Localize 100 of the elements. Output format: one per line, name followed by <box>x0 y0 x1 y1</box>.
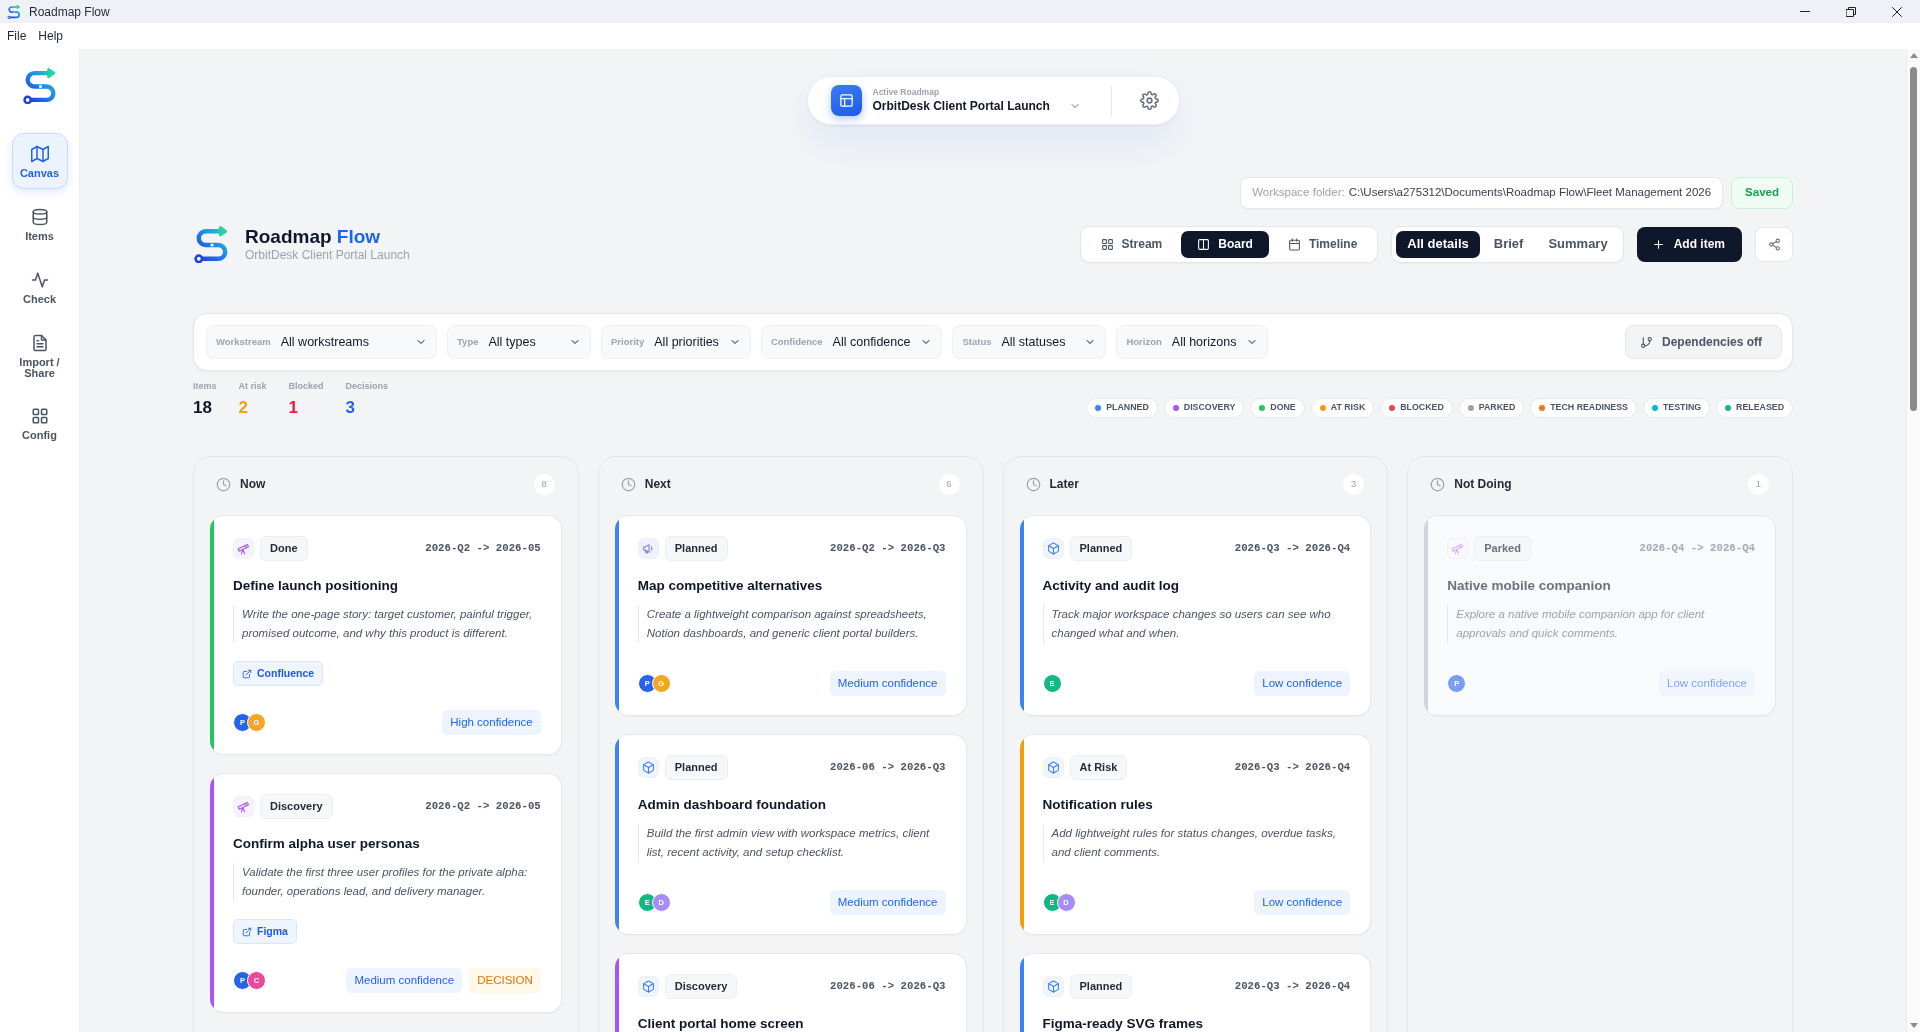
settings-button[interactable] <box>1139 91 1159 110</box>
card-title: Figma-ready SVG frames <box>1042 1015 1205 1032</box>
clock-icon <box>620 476 636 492</box>
add-item-button[interactable]: Add item <box>1636 226 1742 262</box>
calendar-icon <box>1287 237 1301 251</box>
sidebar-item[interactable]: Config <box>11 395 68 451</box>
path-label: Workspace folder: <box>1252 185 1345 201</box>
link-button[interactable]: Confluence <box>233 661 324 686</box>
status-tag: Done <box>260 536 308 561</box>
app-subtitle: OrbitDesk Client Portal Launch <box>245 247 410 263</box>
status-tag: At Risk <box>1069 755 1128 780</box>
app-title: Roadmap Flow <box>245 225 382 248</box>
status-tag: Planned <box>664 755 728 780</box>
sidebar-item[interactable]: Check <box>11 259 68 315</box>
columns-icon <box>1197 237 1211 251</box>
confidence-tag: Medium confidence <box>829 671 946 696</box>
legend-label: PARKED <box>1478 401 1516 415</box>
telescope-icon <box>233 538 254 559</box>
stat-value: 1 <box>288 398 299 418</box>
external-link-icon <box>242 668 252 679</box>
legend-label: DONE <box>1270 401 1296 415</box>
pulse-icon <box>30 271 49 289</box>
dependencies-button[interactable]: Dependencies off <box>1624 325 1782 359</box>
clock-icon <box>1430 476 1446 492</box>
filter-label: Type <box>457 334 479 349</box>
date-range: 2026-Q3 -> 2026-Q4 <box>1234 979 1351 995</box>
telescope-icon <box>233 796 254 817</box>
card-title: Map competitive alternatives <box>637 577 824 595</box>
card-description: Add lightweight rules for status changes, overdue tasks, and client comments. <box>1042 824 1351 862</box>
filter-label: Priority <box>611 334 645 349</box>
view-tab[interactable]: Board <box>1181 230 1269 258</box>
path-value: C:\Users\a275312\Documents\Roadmap Flow\Fleet Management 2026 <box>1348 185 1712 201</box>
date-range: 2026-Q3 -> 2026-Q4 <box>1234 760 1351 776</box>
column-title: Later <box>1049 476 1079 493</box>
filter-value: All confidence <box>832 333 911 351</box>
menu-item[interactable]: File <box>3 25 31 47</box>
menu-item[interactable]: Help <box>34 25 68 47</box>
cube-icon <box>637 976 659 997</box>
card-description: Write the one-page story: target customer, painful trigger, promised outcome, and why this product is different. <box>233 605 541 643</box>
roadmap-card[interactable] <box>210 773 562 1013</box>
scroll-up-icon <box>1909 53 1918 58</box>
legend-label: TECH READINESS <box>1550 401 1628 415</box>
card-description: Validate the first three user profiles for the private alpha: founder, operations lead, and delivery manager. <box>233 863 541 901</box>
external-link-icon <box>242 926 252 937</box>
confidence-tag: Medium confidence <box>346 968 463 993</box>
share-icon <box>1767 237 1781 251</box>
detail-tab[interactable]: All details <box>1396 230 1480 258</box>
stat-value: 2 <box>238 398 249 418</box>
filter-dropdown[interactable]: Workstream All workstreams <box>206 325 437 359</box>
card-title: Admin dashboard foundation <box>637 796 827 814</box>
filter-value: All statuses <box>1001 333 1066 351</box>
date-range: 2026-06 -> 2026-Q3 <box>830 979 946 995</box>
filter-dropdown[interactable]: Type All types <box>447 325 591 359</box>
confidence-tag: Low confidence <box>1659 671 1755 696</box>
cube-icon <box>1042 976 1064 997</box>
field-label: Active Roadmap <box>872 87 941 98</box>
scrollbar-thumb[interactable] <box>1910 67 1917 411</box>
stat-label: At risk <box>238 381 267 392</box>
megaphone-icon <box>637 538 659 559</box>
filter-dropdown[interactable]: Confidence All confidence <box>760 325 943 359</box>
link-button[interactable]: Figma <box>233 919 297 944</box>
view-tab[interactable]: Stream <box>1084 230 1179 258</box>
card-title: Confirm alpha user personas <box>233 835 421 853</box>
sidebar-item[interactable]: Import / Share <box>11 322 68 388</box>
save-status: Saved <box>1731 177 1793 209</box>
stat-label: Decisions <box>345 381 389 392</box>
status-tag: Planned <box>1069 536 1133 561</box>
roadmap-card[interactable]: Discovery 2026-06 -> 2026-Q3 Client portal home screen <box>614 953 967 1032</box>
column-title: Now <box>240 476 266 493</box>
layout-icon <box>830 85 862 116</box>
minimize-icon <box>1800 11 1810 12</box>
filter-dropdown[interactable]: Priority All priorities <box>601 325 751 359</box>
stat-value: 3 <box>345 398 356 418</box>
view-tab[interactable]: Timeline <box>1271 230 1374 258</box>
confidence-tag: Medium confidence <box>829 890 946 915</box>
share-button[interactable] <box>1755 226 1793 262</box>
filter-dropdown[interactable]: Status All statuses <box>952 325 1107 359</box>
sidebar-item[interactable]: Items <box>11 196 68 252</box>
detail-tab[interactable]: Summary <box>1537 230 1619 258</box>
date-range: 2026-06 -> 2026-Q3 <box>830 760 946 776</box>
legend-label: PLANNED <box>1106 401 1149 415</box>
grid-icon <box>1100 237 1114 251</box>
date-range: 2026-Q2 -> 2026-05 <box>425 541 541 557</box>
settings-icon <box>1139 91 1159 110</box>
detail-tab[interactable]: Brief <box>1482 230 1535 258</box>
confidence-tag: Low confidence <box>1254 890 1351 915</box>
card-description: Explore a native mobile companion app for client approvals and quick comments. <box>1447 605 1755 643</box>
status-tag: Planned <box>1069 974 1133 999</box>
window-title: Roadmap Flow <box>29 3 110 21</box>
roadmap-dropdown[interactable]: Active Roadmap OrbitDesk Client Portal Launch <box>830 85 1081 116</box>
card-description: Build the first admin view with workspace metrics, client list, recent activity, and setup checklist. <box>637 824 946 862</box>
legend-label: BLOCKED <box>1400 401 1444 415</box>
sidebar-item[interactable]: Canvas <box>11 133 68 189</box>
roadmap-card[interactable]: Planned 2026-Q3 -> 2026-Q4 Figma-ready SVG frames <box>1019 953 1372 1032</box>
logo-icon <box>193 225 230 263</box>
filter-dropdown[interactable]: Horizon All horizons <box>1116 325 1269 359</box>
plus-icon <box>1651 237 1665 251</box>
grid-icon <box>30 407 49 425</box>
filter-label: Status <box>962 334 992 349</box>
restore-icon <box>1846 6 1856 17</box>
